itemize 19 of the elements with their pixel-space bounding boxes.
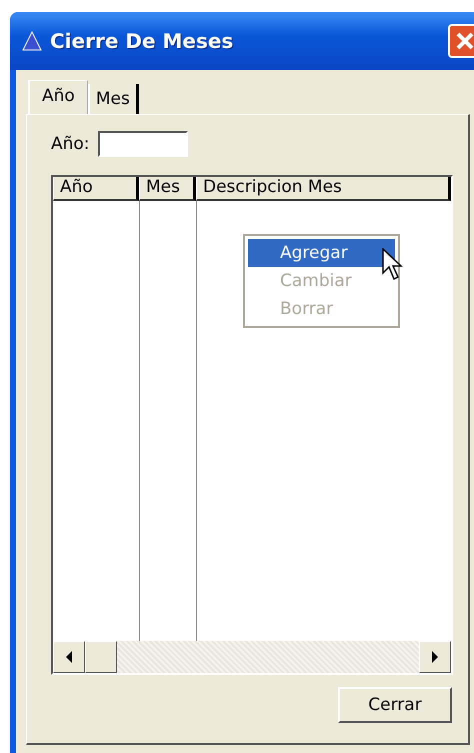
app-icon (22, 31, 42, 51)
close-dialog-button[interactable]: Cerrar (338, 687, 452, 723)
tab[interactable]: Mes (88, 84, 139, 114)
close-icon (456, 32, 474, 50)
right-arrow-icon (432, 651, 438, 663)
left-arrow-icon (66, 651, 72, 663)
column-header[interactable]: Mes (139, 177, 196, 201)
menu-item[interactable]: Agregar (248, 239, 395, 267)
tab[interactable]: Año (28, 80, 88, 114)
scroll-thumb[interactable] (85, 641, 117, 673)
horizontal-scrollbar[interactable] (53, 641, 451, 673)
window-title: Cierre De Meses (50, 29, 234, 53)
scroll-right-button[interactable] (419, 641, 451, 673)
column-header[interactable]: Descripcion Mes (196, 177, 451, 201)
scroll-left-button[interactable] (53, 641, 85, 673)
close-button[interactable] (448, 24, 474, 58)
field-label: Año: (51, 134, 90, 154)
column-header[interactable]: Año (53, 177, 139, 201)
input-field[interactable] (98, 131, 188, 157)
